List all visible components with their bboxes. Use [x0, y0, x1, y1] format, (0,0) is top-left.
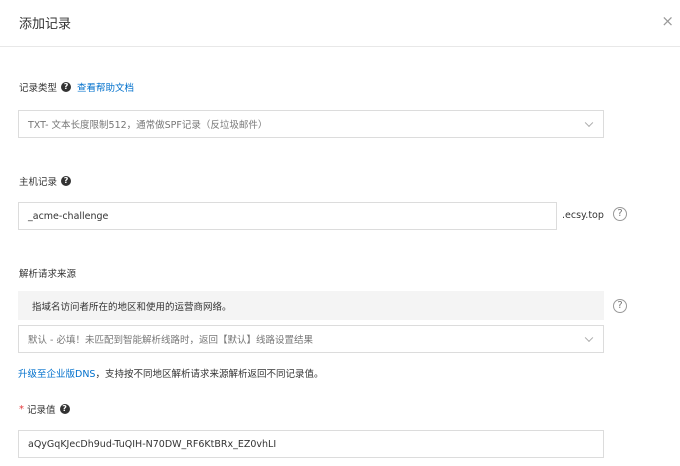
record-type-label-row: 记录类型 ? 查看帮助文档: [19, 80, 134, 94]
host-record-label: 主机记录: [19, 177, 58, 188]
record-value-input[interactable]: aQyGqKJecDh9ud-TuQIH-N70DW_RF6KtBRx_EZ0v…: [18, 430, 604, 458]
record-value-text: aQyGqKJecDh9ud-TuQIH-N70DW_RF6KtBRx_EZ0v…: [28, 438, 277, 450]
resolve-source-notice: 指域名访问者所在的地区和使用的运营商网络。: [18, 291, 604, 320]
record-type-selected: TXT- 文本长度限制512，通常做SPF记录（反垃圾邮件）: [28, 120, 268, 131]
upgrade-link[interactable]: 升级至企业版DNS: [18, 369, 95, 380]
record-type-select[interactable]: TXT- 文本长度限制512，通常做SPF记录（反垃圾邮件）: [18, 110, 604, 138]
header-divider: [0, 46, 680, 47]
upgrade-text: ，支持按不同地区解析请求来源解析返回不同记录值。: [95, 369, 324, 380]
resolve-line-selected: 默认 - 必填！未匹配到智能解析线路时，返回【默认】线路设置结果: [28, 335, 313, 346]
help-icon[interactable]: ?: [61, 82, 72, 92]
record-value-label: 记录值: [27, 405, 56, 416]
resolve-source-label: 解析请求来源: [19, 269, 77, 280]
help-circle-icon[interactable]: ?: [613, 299, 627, 313]
help-icon[interactable]: ?: [61, 176, 72, 186]
host-record-label-row: 主机记录 ?: [19, 174, 72, 188]
required-mark: *: [19, 403, 24, 415]
resolve-line-select[interactable]: 默认 - 必填！未匹配到智能解析线路时，返回【默认】线路设置结果: [18, 325, 604, 353]
help-circle-icon[interactable]: ?: [613, 207, 627, 221]
chevron-down-icon: [584, 333, 594, 343]
record-value-label-row: * 记录值 ?: [19, 402, 70, 416]
dialog-title: 添加记录: [19, 17, 72, 32]
chevron-down-icon: [584, 118, 594, 128]
close-icon[interactable]: ×: [661, 14, 674, 29]
help-icon[interactable]: ?: [59, 404, 70, 414]
record-type-label: 记录类型: [19, 83, 58, 94]
host-record-value: _acme-challenge: [28, 210, 109, 222]
help-doc-link[interactable]: 查看帮助文档: [77, 80, 134, 94]
upgrade-note: 升级至企业版DNS，支持按不同地区解析请求来源解析返回不同记录值。: [18, 366, 323, 380]
host-record-input[interactable]: _acme-challenge: [18, 202, 557, 230]
domain-suffix: .ecsy.top: [562, 210, 604, 221]
